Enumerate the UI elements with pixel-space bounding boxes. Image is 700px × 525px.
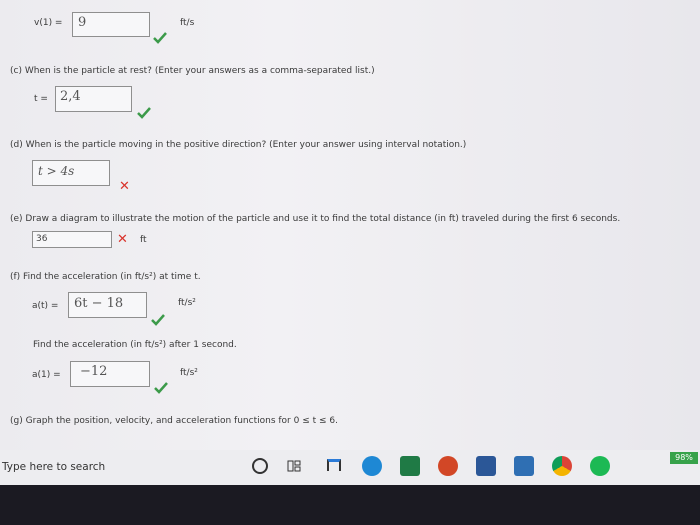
cross-icon: ✕ [117, 232, 128, 247]
calendar-icon[interactable] [514, 456, 534, 476]
at-unit: ft/s² [178, 298, 196, 308]
question-e: (e) Draw a diagram to illustrate the mot… [10, 214, 621, 224]
distance-value: 36 [36, 234, 48, 244]
check-icon [137, 107, 151, 119]
screen-bezel [0, 485, 700, 525]
question-g: (g) Graph the position, velocity, and ac… [10, 416, 338, 426]
battery-indicator[interactable]: 98% [670, 452, 698, 464]
cortana-circle-icon[interactable] [252, 458, 268, 474]
check-icon [153, 32, 167, 44]
question-c: (c) When is the particle at rest? (Enter… [10, 66, 375, 76]
question-f2: Find the acceleration (in ft/s²) after 1… [33, 340, 237, 350]
word-icon[interactable] [476, 456, 496, 476]
powerpoint-icon[interactable] [438, 456, 458, 476]
task-view-icon[interactable] [287, 458, 301, 472]
taskbar-search-box[interactable]: Type here to search [0, 450, 250, 485]
check-icon [154, 382, 168, 394]
edge-icon[interactable] [362, 456, 382, 476]
excel-icon[interactable] [400, 456, 420, 476]
v1-value: 9 [78, 15, 87, 30]
a1-label: a(1) = [32, 370, 61, 380]
question-d: (d) When is the particle moving in the p… [10, 140, 467, 150]
c-label: t = [34, 94, 48, 104]
distance-unit: ft [140, 235, 147, 245]
v1-label: v(1) = [34, 18, 63, 28]
v1-unit: ft/s [180, 18, 195, 28]
check-icon [151, 314, 165, 326]
cross-icon: ✕ [119, 179, 130, 194]
at-label: a(t) = [32, 301, 59, 311]
store-icon[interactable] [327, 459, 341, 471]
spotify-icon[interactable] [590, 456, 610, 476]
chrome-icon[interactable] [552, 456, 572, 476]
question-f: (f) Find the acceleration (in ft/s²) at … [10, 272, 201, 282]
acceleration-function-value: 6t − 18 [74, 296, 124, 311]
positive-direction-value: t > 4s [38, 164, 75, 178]
rest-times-value: 2,4 [60, 89, 81, 104]
acceleration-at-1-value: −12 [80, 364, 108, 379]
a1-unit: ft/s² [180, 368, 198, 378]
